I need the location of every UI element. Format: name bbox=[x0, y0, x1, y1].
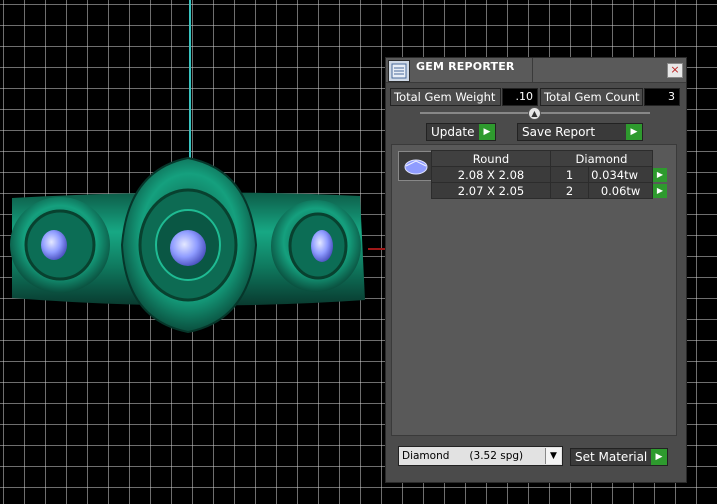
total-gem-count-label: Total Gem Count bbox=[540, 88, 643, 106]
chevron-down-icon[interactable]: ▼ bbox=[545, 448, 561, 464]
panel-title: GEM REPORTER bbox=[416, 60, 515, 73]
total-gem-count-value: 3 bbox=[644, 88, 680, 106]
material-select-value: Diamond (3.52 spg) bbox=[402, 450, 524, 462]
gem-reporter-panel: GEM REPORTER × Total Gem Weight .10 Tota… bbox=[385, 57, 687, 483]
vertical-axis-line bbox=[189, 0, 191, 170]
header-round: Round bbox=[431, 150, 551, 167]
row-action[interactable]: ▶ bbox=[652, 166, 672, 183]
set-material-arrow-icon: ▶ bbox=[651, 449, 667, 465]
total-gem-weight-label: Total Gem Weight bbox=[390, 88, 501, 106]
table-row[interactable]: 2.07 X 2.05 2 0.06tw ▶ bbox=[431, 182, 672, 199]
row-arrow-icon[interactable]: ▶ bbox=[653, 183, 667, 198]
gem-size: 2.07 X 2.05 bbox=[431, 182, 551, 199]
center-gem bbox=[170, 230, 206, 266]
panel-slider-handle[interactable]: ▲ bbox=[528, 107, 541, 120]
save-report-button[interactable]: Save Report ▶ bbox=[517, 123, 643, 141]
gem-count: 1 bbox=[549, 166, 590, 183]
gem-thumbnail[interactable] bbox=[398, 151, 434, 181]
titlebar-divider bbox=[532, 58, 533, 82]
gem-reporter-app-icon bbox=[388, 60, 410, 82]
ring-model[interactable] bbox=[0, 150, 380, 340]
gem-size: 2.08 X 2.08 bbox=[431, 166, 551, 183]
row-action[interactable]: ▶ bbox=[652, 182, 672, 199]
material-select[interactable]: Diamond (3.52 spg) ▼ bbox=[398, 446, 563, 466]
gem-list-area: Round Diamond 2.08 X 2.08 1 0.034tw ▶ 2.… bbox=[391, 144, 677, 436]
gem-table-header: Round Diamond bbox=[431, 150, 672, 167]
table-row[interactable]: 2.08 X 2.08 1 0.034tw ▶ bbox=[431, 166, 672, 183]
set-material-button-label: Set Material bbox=[575, 450, 648, 464]
row-arrow-icon[interactable]: ▶ bbox=[653, 167, 667, 182]
update-button-label: Update bbox=[431, 125, 475, 139]
gem-weight: 0.034tw bbox=[588, 166, 653, 183]
header-diamond: Diamond bbox=[550, 150, 653, 167]
save-report-button-label: Save Report bbox=[522, 125, 596, 139]
update-arrow-icon: ▶ bbox=[479, 124, 495, 140]
gem-weight: 0.06tw bbox=[588, 182, 653, 199]
header-spacer bbox=[652, 150, 672, 167]
panel-titlebar[interactable]: GEM REPORTER × bbox=[386, 58, 686, 83]
save-report-arrow-icon: ▶ bbox=[626, 124, 642, 140]
right-gem bbox=[311, 230, 333, 262]
close-button[interactable]: × bbox=[667, 63, 683, 78]
left-gem bbox=[41, 230, 67, 260]
update-button[interactable]: Update ▶ bbox=[426, 123, 496, 141]
gem-count: 2 bbox=[549, 182, 590, 199]
total-gem-weight-value: .10 bbox=[502, 88, 538, 106]
set-material-button[interactable]: Set Material ▶ bbox=[570, 448, 668, 466]
gem-table: Round Diamond 2.08 X 2.08 1 0.034tw ▶ 2.… bbox=[431, 150, 672, 199]
